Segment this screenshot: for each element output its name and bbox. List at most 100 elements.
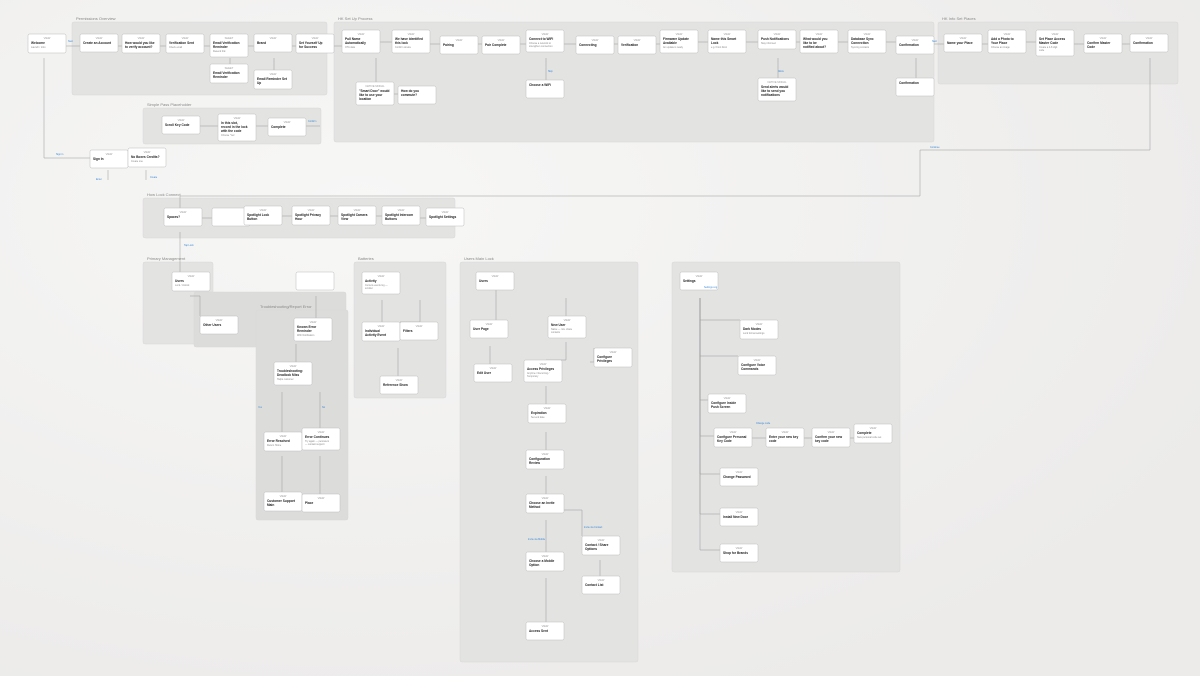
card-c6[interactable]: VIEWSet Yourself Upfor Success [296,34,334,53]
card-pm1[interactable]: VIEWUsersLock / Unlock [172,272,210,291]
card-b4[interactable]: VIEWReference Show [380,376,418,394]
card-c13[interactable]: VIEWVerification [618,36,656,54]
card-u7[interactable]: VIEWConfigurationReview [526,450,564,469]
card-te4[interactable]: VIEWError ContinuesTry again — persisten… [302,428,340,450]
card-l5[interactable]: VIEWSpotlight CameraView [338,206,376,225]
card-cm2[interactable]: How do youcommute? [398,86,436,104]
svg-text:Spotlight Settings: Spotlight Settings [429,215,456,219]
card-u11[interactable]: VIEWAccess Sent [526,622,564,640]
card-c4[interactable]: SHEETEmail VerificationReminderResend li… [210,34,248,57]
card-u9[interactable]: VIEWContact / ShareOptions [582,536,620,555]
card-u4[interactable]: VIEWNew UserName — mis. sharecontacts [548,316,586,338]
card-c16b[interactable]: NATIVE MODALSend alerts wouldlike to sen… [758,78,796,101]
card-s5b[interactable]: VIEWEnter your new keycode [766,428,804,447]
card-te5[interactable]: VIEWCustomer SupportMain [264,492,302,511]
card-c19[interactable]: VIEWConfirmation [896,36,934,54]
svg-text:Welcome: Welcome [31,41,45,45]
svg-text:Filters: Filters [403,329,413,333]
card-c7[interactable]: VIEWPull NameAutomaticallyOTA data [342,30,380,53]
card-s8[interactable]: VIEWShop for Brands [720,544,758,562]
card-c5[interactable]: VIEWBrand [254,34,292,52]
card-p2[interactable]: VIEWAdd a Photo toYour PlaceChoose an im… [988,30,1026,53]
card-s6[interactable]: VIEWChange Password [720,468,758,486]
card-cm1[interactable]: NATIVE MODAL"Smart Door" wouldlike to us… [356,82,394,105]
card-b2[interactable]: VIEWIndividualActivity Event [362,322,400,341]
card-te6[interactable]: VIEWPlace [302,494,340,512]
card-l3[interactable]: VIEWSpotlight LockButton [244,206,282,225]
card-type: VIEW [724,396,731,400]
card-s4[interactable]: VIEWConfigure InsidePush Screen [708,394,746,413]
card-l1[interactable]: VIEWSpaces? [164,208,202,226]
card-c4b[interactable]: SHEETEmail VerificationReminder [210,64,248,83]
card-u8[interactable]: VIEWChoose an InviteMethod [526,494,564,513]
card-s2[interactable]: VIEWDark ModesLock format settings [740,320,778,339]
card-type: VIEW [182,36,189,40]
card-c9[interactable]: VIEWPairing [440,36,478,54]
card-te3[interactable]: VIEWError ResolvedReturn Home [264,432,302,451]
card-u6[interactable]: VIEWExpirationSet end date [528,404,566,423]
card-c19b[interactable]: Confirmation [896,78,934,96]
card-c5b[interactable]: VIEWEmail Reminder SetUp [254,70,292,89]
card-c2[interactable]: VIEWHow would you liketo verify account? [122,34,160,53]
card-c14[interactable]: VIEWFirmware UpdateAvailableAn update is… [660,30,698,53]
card-c11b[interactable]: Choose a WiFi [526,80,564,98]
card-te1[interactable]: VIEWKnown ErrorReminderWith Notification [294,318,332,341]
card-u3[interactable]: VIEWEdit User [474,364,512,382]
svg-text:Connect to WiFi: Connect to WiFi [529,37,553,41]
svg-text:Deadlock Miss: Deadlock Miss [277,373,299,377]
flowchart-canvas[interactable]: Permissions OverviewHK Set Up ProcessHK … [0,0,1200,676]
card-l4[interactable]: VIEWSpotlight PrivacyHour [292,206,330,225]
card-s3[interactable]: VIEWConfigure VoiceCommands [738,356,776,375]
card-te0[interactable] [296,272,334,290]
card-p3[interactable]: VIEWSet Place AccessMaster CodeCreate a … [1036,30,1074,56]
card-c1[interactable]: VIEWCreate an Account [80,34,118,52]
card-c8[interactable]: VIEWWe have identifiedthis lockConfirm d… [392,30,430,53]
card-type: VIEW [724,32,731,36]
svg-text:Settings: Settings [683,279,696,283]
card-c0[interactable]: VIEWWelcomeLaunch / intro [28,34,66,53]
card-type: VIEW [44,36,51,40]
card-u9b[interactable]: VIEWContact List [582,576,620,594]
card-p4[interactable]: VIEWConfirm MasterCode [1084,34,1122,53]
card-c10[interactable]: VIEWPair Complete [482,36,520,54]
card-type: VIEW [736,470,743,474]
svg-text:Commands: Commands [741,367,759,371]
card-s7[interactable]: VIEWInstall New Door [720,508,758,526]
card-c3[interactable]: VIEWVerification SentCheck email [166,34,204,53]
card-p5[interactable]: VIEWConfirmation [1130,34,1168,52]
card-s5c[interactable]: VIEWConfirm your newkey code [812,428,850,447]
card-sp2[interactable]: VIEWIn this slot,record in the lockwith … [218,114,256,141]
card-sp3[interactable]: VIEWComplete [268,118,306,136]
card-sp1[interactable]: VIEWScroll Key Code [162,116,200,134]
card-type: SHEET [225,36,234,40]
group-label: How Lock Connect [147,192,181,197]
card-pm2[interactable]: VIEWOther Users [200,316,238,334]
card-te2[interactable]: VIEWTroubleshooting:Deadlock MissHelps c… [274,362,312,385]
svg-text:Available: Available [663,41,677,45]
card-u2[interactable]: VIEWUser Page [470,320,508,338]
card-u1[interactable]: VIEWUsers [476,272,514,290]
card-s5d[interactable]: VIEWCompleteNew personal code set [854,424,892,443]
card-b3[interactable]: VIEWFilters [400,322,438,340]
card-c17[interactable]: VIEWWhat would youlike to benotified abo… [800,30,838,53]
card-type: VIEW [312,36,319,40]
svg-text:Choose a WiFi: Choose a WiFi [529,83,551,87]
card-u5[interactable]: VIEWAccess PrivilegesAnytime / Recurring… [524,360,562,382]
svg-text:An update is ready: An update is ready [663,46,684,49]
card-u10[interactable]: VIEWChoose a MobileOption [526,552,564,571]
card-c12[interactable]: VIEWConnecting [576,36,614,54]
card-si1[interactable]: VIEWSign In [90,150,128,168]
card-b1[interactable]: VIEWActivityCurrent events log —scroller [362,272,400,294]
card-type: VIEW [1100,36,1107,40]
card-l6[interactable]: VIEWSpotlight IntercomButtons [382,206,420,225]
svg-text:Users: Users [175,279,184,283]
card-u4b[interactable]: VIEWConfigurePrivileges [594,348,632,367]
card-c18[interactable]: VIEWDatabase SyncConnectionSyncing conta… [848,30,886,53]
card-s5[interactable]: VIEWConfigure PersonalKey Code [714,428,752,447]
card-si2[interactable]: VIEWNo Boxes Credits?Create one [128,148,166,167]
card-l7[interactable]: VIEWSpotlight Settings [426,208,464,226]
card-c15[interactable]: VIEWName this SmartLocke.g. Front Door [708,30,746,53]
card-p1[interactable]: VIEWName your Place [944,34,982,52]
card-c11[interactable]: VIEWConnect to WiFiChoose a network tost… [526,30,564,52]
card-c16[interactable]: VIEWPush NotificationsStay informed [758,30,796,49]
